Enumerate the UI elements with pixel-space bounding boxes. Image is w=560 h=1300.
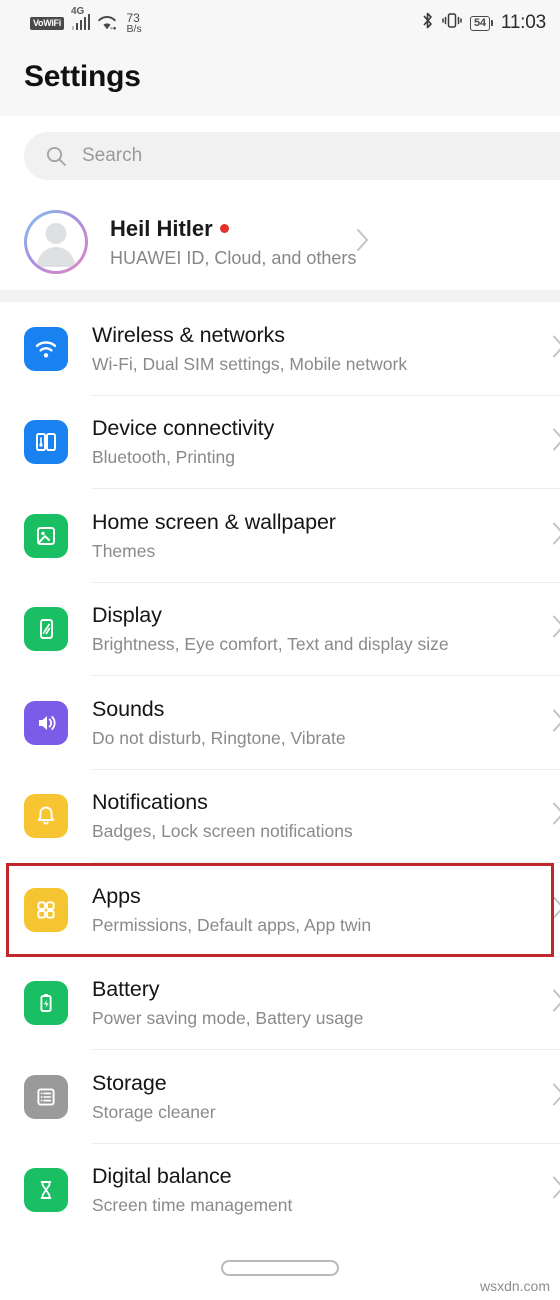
chevron-right-icon (552, 988, 560, 1019)
list-item-text: Battery Power saving mode, Battery usage (92, 977, 363, 1029)
signal-bars-icon: 4G (71, 6, 91, 30)
search-placeholder: Search (82, 145, 143, 166)
chevron-right-icon (552, 801, 560, 832)
home-indicator[interactable] (0, 1260, 560, 1276)
chevron-right-icon (552, 614, 560, 645)
battery-icon (24, 981, 68, 1026)
settings-list: Wireless & networks Wi-Fi, Dual SIM sett… (0, 302, 560, 1237)
battery-percent-label: 54 (470, 15, 490, 31)
list-item-subtitle: Themes (92, 540, 156, 561)
phone-screen: VoWiFi 4G 73 B/s 54 11:03 Settings Searc… (0, 0, 560, 1300)
watermark: wsxdn.com (479, 1278, 550, 1294)
chevron-right-icon (552, 427, 560, 458)
account-name-wrap: Heil Hitler (110, 216, 356, 242)
list-item-title: Device connectivity (92, 416, 275, 441)
account-badge-dot (219, 224, 229, 233)
account-row[interactable]: Heil Hitler HUAWEI ID, Cloud, and others (0, 194, 560, 290)
list-item-subtitle: Wi-Fi, Dual SIM settings, Mobile network (92, 353, 408, 374)
title-bar: Settings (0, 46, 560, 116)
search-icon (44, 144, 68, 168)
list-item-text: Wireless & networks Wi-Fi, Dual SIM sett… (92, 323, 407, 375)
list-item-home-screen-wallpaper[interactable]: Home screen & wallpaper Themes (0, 489, 560, 583)
list-item-title: Display (92, 603, 162, 628)
account-subtitle: HUAWEI ID, Cloud, and others (110, 247, 357, 268)
list-item-wireless-networks[interactable]: Wireless & networks Wi-Fi, Dual SIM sett… (0, 302, 560, 396)
network-type-label: 4G (70, 6, 85, 17)
vowifi-badge: VoWiFi (30, 16, 64, 30)
list-item-title: Digital balance (92, 1164, 232, 1189)
list-item-text: Apps Permissions, Default apps, App twin (92, 884, 371, 936)
list-item-text: Home screen & wallpaper Themes (92, 510, 336, 562)
chevron-right-icon (552, 520, 560, 551)
status-bar: VoWiFi 4G 73 B/s 54 11:03 (0, 0, 560, 46)
list-item-text: Sounds Do not disturb, Ringtone, Vibrate (92, 697, 346, 749)
list-item-title: Sounds (92, 696, 165, 721)
storage-list-icon (24, 1074, 68, 1119)
list-item-subtitle: Power saving mode, Battery usage (92, 1008, 364, 1029)
list-item-subtitle: Screen time management (92, 1195, 293, 1216)
speaker-volume-icon (24, 700, 68, 745)
list-item-device-connectivity[interactable]: Device connectivity Bluetooth, Printing (0, 395, 560, 489)
list-item-subtitle: Bluetooth, Printing (92, 447, 236, 468)
chevron-right-icon (552, 333, 560, 364)
wifi-icon (97, 15, 117, 31)
list-item-subtitle: Storage cleaner (92, 1101, 216, 1122)
list-item-title: Storage (92, 1070, 167, 1095)
status-bar-right: 54 11:03 (421, 11, 546, 35)
list-item-text: Display Brightness, Eye comfort, Text an… (92, 603, 449, 655)
person-avatar-icon (27, 213, 85, 271)
list-item-title: Home screen & wallpaper (92, 509, 336, 534)
section-divider (0, 290, 560, 302)
list-item-text: Digital balance Screen time management (92, 1164, 292, 1216)
list-item-subtitle: Permissions, Default apps, App twin (92, 914, 372, 935)
network-speed-unit: B/s (126, 22, 142, 35)
list-item-sounds[interactable]: Sounds Do not disturb, Ringtone, Vibrate (0, 676, 560, 770)
list-item-subtitle: Do not disturb, Ringtone, Vibrate (92, 727, 346, 748)
chevron-right-icon (356, 227, 370, 258)
chevron-right-icon (552, 894, 560, 925)
chevron-right-icon (552, 707, 560, 738)
list-item-digital-balance[interactable]: Digital balance Screen time management (0, 1143, 560, 1237)
list-item-subtitle: Badges, Lock screen notifications (92, 821, 353, 842)
list-item-apps[interactable]: Apps Permissions, Default apps, App twin (0, 863, 560, 957)
list-item-text: Storage Storage cleaner (92, 1071, 216, 1123)
list-item-title: Wireless & networks (92, 322, 285, 347)
battery-icon: 54 (470, 15, 493, 31)
wifi-icon (24, 326, 68, 371)
list-item-storage[interactable]: Storage Storage cleaner (0, 1050, 560, 1144)
list-item-title: Notifications (92, 790, 208, 815)
display-phone-icon (24, 607, 68, 652)
list-item-title: Battery (92, 977, 160, 1002)
account-text: Heil Hitler HUAWEI ID, Cloud, and others (110, 216, 356, 269)
account-name: Heil Hitler (110, 215, 213, 241)
list-item-notifications[interactable]: Notifications Badges, Lock screen notifi… (0, 769, 560, 863)
list-item-title: Apps (92, 883, 141, 908)
page-title: Settings (24, 60, 141, 93)
home-indicator-pill[interactable] (221, 1260, 339, 1276)
chevron-right-icon (552, 1081, 560, 1112)
network-speed-value: 73 (126, 10, 140, 25)
device-connectivity-icon (24, 420, 68, 465)
hourglass-icon (24, 1168, 68, 1213)
avatar (24, 210, 88, 274)
apps-grid-icon (24, 887, 68, 932)
bluetooth-icon (421, 11, 434, 35)
bell-icon (24, 794, 68, 839)
list-item-text: Notifications Badges, Lock screen notifi… (92, 790, 353, 842)
chevron-right-icon (552, 1175, 560, 1206)
list-item-display[interactable]: Display Brightness, Eye comfort, Text an… (0, 582, 560, 676)
wallpaper-image-icon (24, 513, 68, 558)
list-item-text: Device connectivity Bluetooth, Printing (92, 416, 274, 468)
list-item-battery[interactable]: Battery Power saving mode, Battery usage (0, 956, 560, 1050)
search-section: Search (0, 116, 560, 194)
search-input[interactable]: Search (24, 132, 560, 180)
status-bar-left: VoWiFi 4G 73 B/s (30, 6, 142, 35)
vibrate-icon (442, 11, 462, 35)
network-speed-indicator: 73 B/s (126, 12, 141, 35)
status-bar-clock: 11:03 (500, 12, 546, 33)
list-item-subtitle: Brightness, Eye comfort, Text and displa… (92, 634, 449, 655)
